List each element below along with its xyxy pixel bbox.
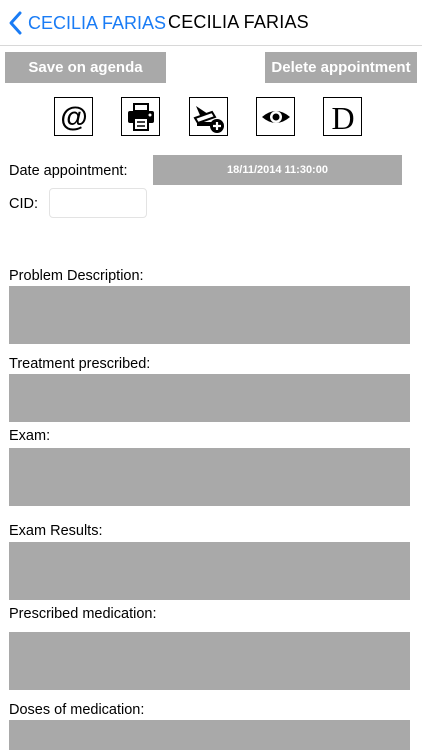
email-button[interactable]: @ (54, 97, 93, 136)
cid-label: CID: (9, 196, 38, 212)
scanner-add-icon (193, 105, 224, 133)
exam-results-input[interactable] (9, 542, 410, 600)
doses-of-medication-label: Doses of medication: (9, 702, 145, 718)
letter-d-icon: D (331, 100, 354, 134)
exam-input[interactable] (9, 448, 410, 506)
delete-appointment-button[interactable]: Delete appointment (265, 52, 417, 83)
eye-icon (261, 110, 290, 123)
svg-text:@: @ (60, 101, 87, 132)
document-button[interactable]: D (323, 97, 362, 136)
date-appointment-label: Date appointment: (9, 163, 128, 179)
navigation-bar: CECILIA FARIAS CECILIA FARIAS (0, 0, 422, 46)
email-icon: @ (60, 101, 87, 132)
svg-text:D: D (331, 100, 354, 134)
chevron-left-icon (9, 11, 22, 35)
treatment-prescribed-input[interactable] (9, 374, 410, 422)
page-title: CECILIA FARIAS (168, 12, 309, 32)
problem-description-input[interactable] (9, 286, 410, 344)
doses-of-medication-input[interactable] (9, 720, 410, 750)
back-button-label: CECILIA FARIAS (28, 12, 167, 33)
date-appointment-field[interactable]: 18/11/2014 11:30:00 (153, 155, 402, 185)
cid-input[interactable] (49, 188, 147, 218)
printer-icon (127, 102, 154, 131)
exam-label: Exam: (9, 428, 51, 444)
save-on-agenda-button[interactable]: Save on agenda (5, 52, 166, 83)
prescribed-medication-label: Prescribed medication: (9, 606, 157, 622)
prescribed-medication-input[interactable] (9, 632, 410, 690)
print-button[interactable] (121, 97, 160, 136)
exam-results-label: Exam Results: (9, 523, 103, 539)
view-button[interactable] (256, 97, 295, 136)
treatment-prescribed-label: Treatment prescribed: (9, 356, 151, 372)
problem-description-label: Problem Description: (9, 268, 144, 284)
scan-button[interactable] (189, 97, 228, 136)
back-button[interactable]: CECILIA FARIAS (6, 10, 166, 36)
